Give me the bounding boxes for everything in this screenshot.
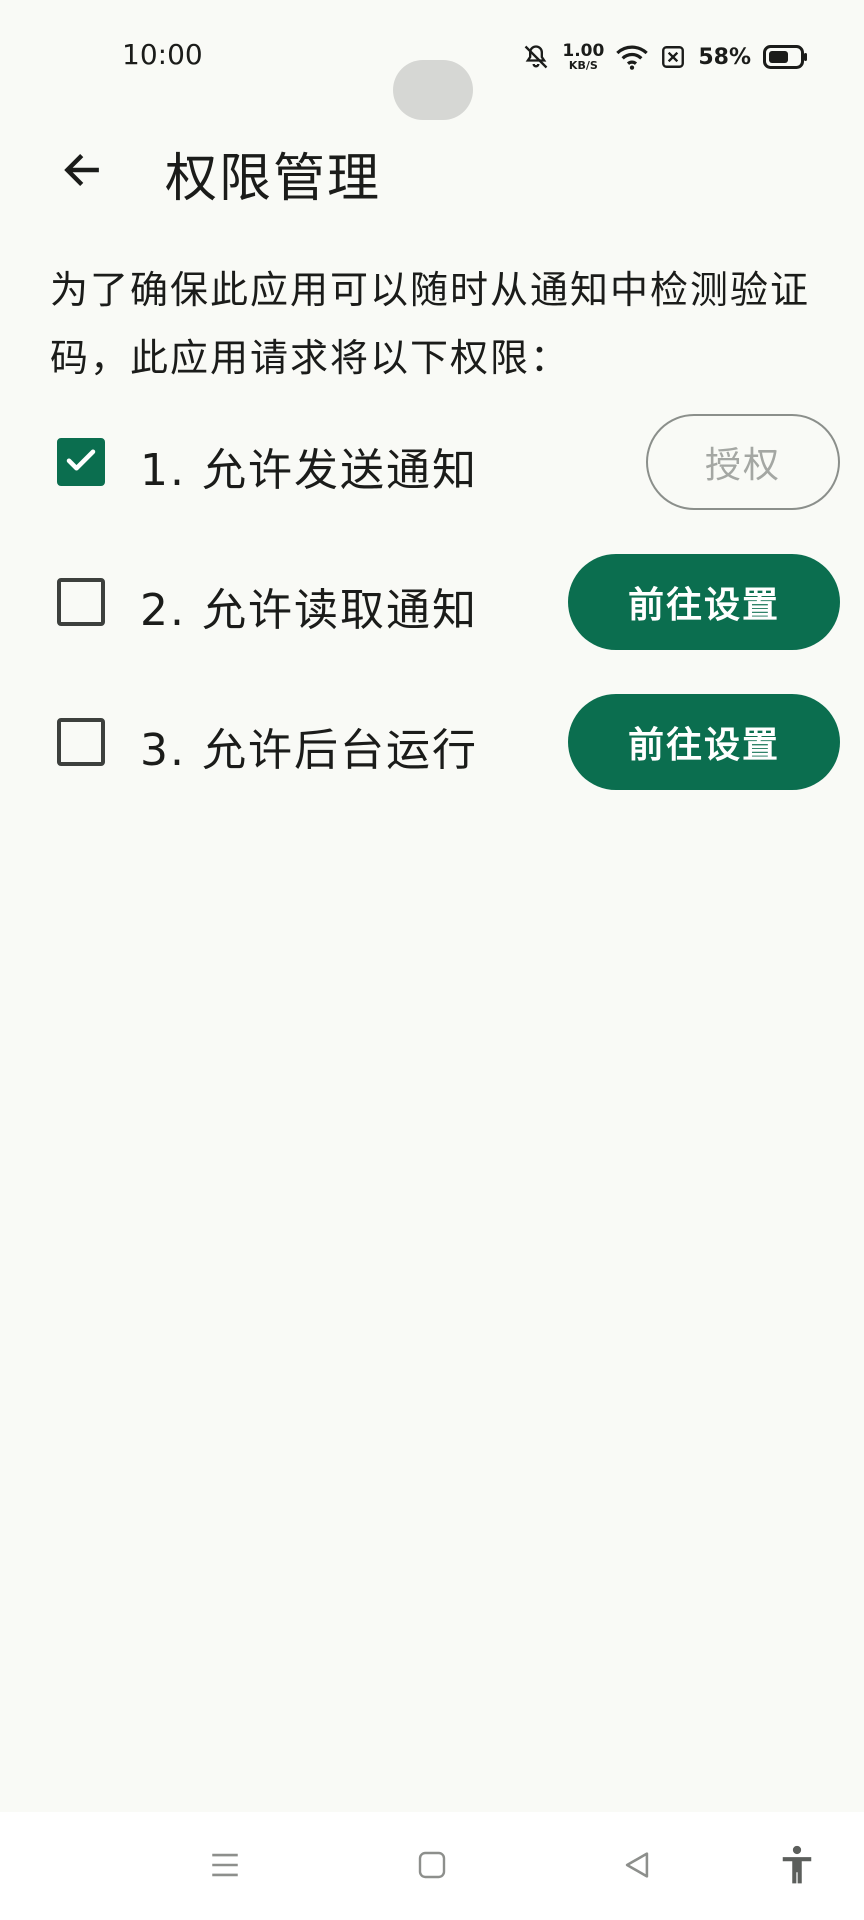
back-button[interactable] xyxy=(50,140,114,204)
authorize-button[interactable]: 授权 xyxy=(646,414,840,510)
status-icons: 1.00 KB/S 58% xyxy=(522,40,809,74)
net-speed: 1.00 KB/S xyxy=(562,41,605,72)
permission-label-3: 3. 允许后台运行 xyxy=(140,725,478,776)
permission-checkbox-3[interactable] xyxy=(57,718,105,766)
sim-off-icon xyxy=(660,44,686,70)
permission-row-send-notification: 1. 允许发送通知 授权 xyxy=(0,408,864,548)
battery-icon xyxy=(763,44,809,70)
accessibility-button[interactable] xyxy=(772,1842,822,1892)
recents-button[interactable] xyxy=(200,1842,250,1892)
go-to-settings-button-background-run[interactable]: 前往设置 xyxy=(568,694,840,790)
screen: 10:00 1.00 KB/S 58% 权限管理 为了确保此应用可以随时从通知中… xyxy=(0,0,864,1920)
menu-icon xyxy=(208,1848,242,1886)
permission-checkbox-1[interactable] xyxy=(57,438,105,486)
permission-row-background-run: 3. 允许后台运行 前往设置 xyxy=(0,688,864,828)
back-triangle-icon xyxy=(620,1848,654,1886)
page-title: 权限管理 xyxy=(165,149,382,209)
status-time: 10:00 xyxy=(122,38,203,71)
accessibility-icon xyxy=(778,1844,816,1890)
permission-label-1: 1. 允许发送通知 xyxy=(140,445,478,496)
permission-label-2: 2. 允许读取通知 xyxy=(140,585,478,636)
arrow-back-icon xyxy=(60,148,104,196)
permission-description: 为了确保此应用可以随时从通知中检测验证码，此应用请求将以下权限： xyxy=(50,268,811,380)
permission-checkbox-2[interactable] xyxy=(57,578,105,626)
camera-cutout xyxy=(393,60,473,120)
net-speed-value: 1.00 xyxy=(562,41,605,61)
home-button[interactable] xyxy=(407,1842,457,1892)
status-bar: 10:00 1.00 KB/S 58% xyxy=(0,0,864,120)
nav-back-button[interactable] xyxy=(612,1842,662,1892)
wifi-icon xyxy=(616,43,649,71)
permission-row-read-notification: 2. 允许读取通知 前往设置 xyxy=(0,548,864,688)
bell-muted-icon xyxy=(522,43,550,71)
battery-percent: 58% xyxy=(698,44,751,70)
checkmark-icon xyxy=(63,442,99,482)
navigation-bar xyxy=(0,1812,864,1920)
go-to-settings-button-read-notification[interactable]: 前往设置 xyxy=(568,554,840,650)
app-bar: 权限管理 xyxy=(0,120,864,220)
net-speed-unit: KB/S xyxy=(568,59,598,72)
home-square-icon xyxy=(416,1849,448,1885)
permission-list: 1. 允许发送通知 授权 2. 允许读取通知 前往设置 3. 允许后台运行 前往… xyxy=(0,408,864,828)
